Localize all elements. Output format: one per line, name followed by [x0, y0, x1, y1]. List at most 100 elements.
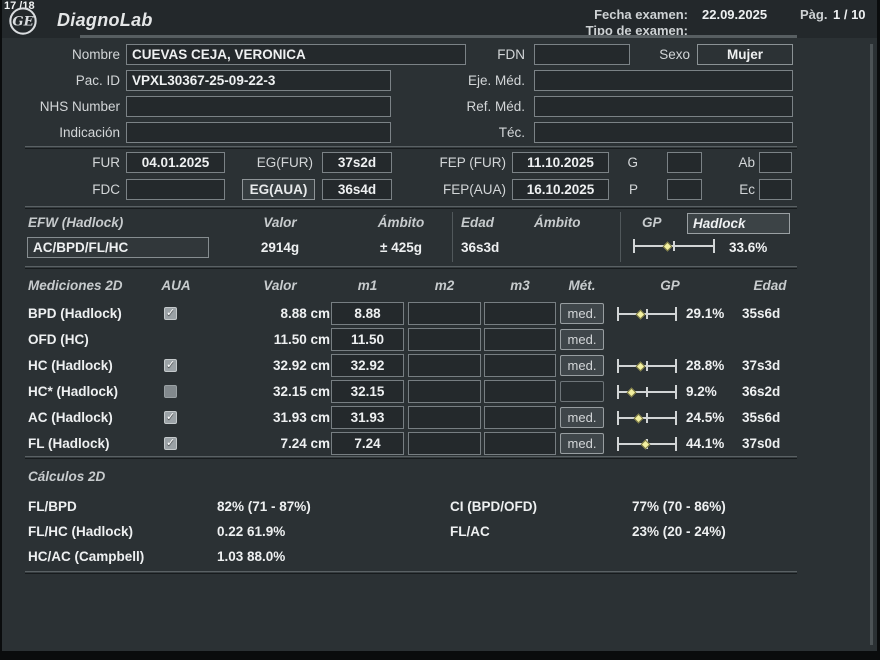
efw-formula-select[interactable]: AC/BPD/FL/HC	[27, 237, 209, 258]
measurements-section-title: Mediciones 2D	[28, 278, 123, 293]
gp-percent: 28.8%	[686, 358, 725, 373]
divider	[452, 212, 453, 262]
sexo-select[interactable]: Mujer	[697, 44, 793, 65]
screen-edge	[0, 0, 2, 660]
measurement-value: 11.50 cm	[273, 332, 330, 347]
ab-field[interactable]	[759, 152, 792, 173]
efw-col-edad: Edad	[461, 215, 495, 230]
nhs-number-label: NHS Number	[39, 99, 120, 114]
m3-field[interactable]	[484, 380, 556, 403]
divider	[620, 212, 621, 262]
m3-field[interactable]	[484, 328, 556, 351]
efw-col-ambito: Ámbito	[377, 215, 425, 230]
nombre-field[interactable]: CUEVAS CEJA, VERONICA	[126, 44, 466, 65]
tec-field[interactable]	[534, 122, 793, 143]
gp-percent: 29.1%	[686, 306, 725, 321]
fdc-field[interactable]	[126, 179, 225, 200]
pac-id-field[interactable]: VPXL30367-25-09-22-3	[126, 70, 391, 91]
fep-aua-label: FEP(AUA)	[442, 182, 506, 197]
m2-field[interactable]	[408, 380, 481, 403]
eje-med-label: Eje. Méd.	[467, 73, 525, 88]
efw-method-select[interactable]: Hadlock	[687, 213, 790, 234]
measurement-row: BPD (Hadlock) 8.88 cm 8.88 med. 29.1% 35…	[0, 301, 880, 327]
col-m2: m2	[434, 278, 455, 293]
page-label: Pàg.	[800, 7, 828, 22]
eg-fur-label: EG(FUR)	[256, 155, 313, 170]
screen-edge	[0, 651, 880, 660]
m1-field[interactable]: 11.50	[331, 328, 404, 351]
aua-checkbox[interactable]	[164, 358, 177, 372]
measurement-value: 31.93 cm	[272, 410, 330, 425]
m2-field[interactable]	[408, 406, 481, 429]
m1-field[interactable]: 8.88	[331, 302, 404, 325]
horizontal-scrollbar[interactable]	[80, 35, 797, 38]
gp-percent: 24.5%	[686, 410, 725, 425]
aua-checkbox[interactable]	[164, 385, 177, 398]
ref-med-field[interactable]	[534, 96, 793, 117]
efw-range: ± 425g	[380, 240, 422, 255]
fdn-label: FDN	[497, 47, 525, 62]
gp-percentile-chart	[617, 353, 677, 379]
indicacion-label: Indicación	[59, 125, 120, 140]
col-valor: Valor	[263, 278, 297, 293]
gp-marker	[626, 387, 636, 397]
m1-field[interactable]: 32.15	[331, 380, 404, 403]
method-button[interactable]: med.	[560, 407, 604, 428]
measurement-value: 32.92 cm	[272, 358, 330, 373]
fdn-field[interactable]	[534, 44, 630, 65]
m1-field[interactable]: 7.24	[331, 432, 404, 455]
m3-field[interactable]	[484, 406, 556, 429]
fep-fur-field[interactable]: 11.10.2025	[512, 152, 609, 173]
ab-label: Ab	[738, 155, 755, 170]
tec-label: Téc.	[498, 125, 525, 140]
m1-field[interactable]: 31.93	[331, 406, 404, 429]
efw-section-title: EFW (Hadlock)	[28, 215, 124, 230]
measurement-value: 32.15 cm	[272, 384, 330, 399]
pac-id-label: Pac. ID	[75, 73, 120, 88]
col-met: Mét.	[568, 278, 596, 293]
m3-field[interactable]	[484, 354, 556, 377]
measurement-label: HC* (Hadlock)	[28, 384, 119, 399]
eje-med-field[interactable]	[534, 70, 793, 91]
method-button[interactable]: med.	[560, 329, 604, 350]
gp-percent: 9.2%	[686, 384, 717, 399]
m3-field[interactable]	[484, 432, 556, 455]
gp-marker	[635, 361, 646, 371]
divider	[25, 456, 797, 459]
m2-field[interactable]	[408, 432, 481, 455]
efw-age: 36s3d	[461, 240, 500, 255]
measurement-value: 7.24 cm	[280, 436, 330, 451]
efw-col-ambito2: Ámbito	[534, 215, 581, 230]
calculation-value: 77% (70 - 86%)	[632, 499, 726, 514]
aua-checkbox[interactable]	[164, 306, 177, 320]
eg-fur-field[interactable]: 37s2d	[322, 152, 392, 173]
g-field[interactable]	[667, 152, 702, 173]
gestational-age: 37s0d	[742, 436, 781, 451]
method-button[interactable]: med.	[560, 303, 604, 324]
gestational-age: 35s6d	[742, 410, 781, 425]
efw-gp-percent: 33.6%	[729, 240, 768, 255]
divider	[25, 206, 797, 209]
eg-aua-button[interactable]: EG(AUA)	[242, 179, 315, 200]
ec-field[interactable]	[759, 179, 792, 200]
method-button[interactable]	[560, 381, 604, 402]
fur-label: FUR	[92, 155, 120, 170]
p-field[interactable]	[667, 179, 702, 200]
m2-field[interactable]	[408, 328, 481, 351]
gestational-age: 35s6d	[742, 306, 781, 321]
calculation-row: FL/AC 23% (20 - 24%)	[0, 522, 880, 542]
m3-field[interactable]	[484, 302, 556, 325]
measurement-row: HC (Hadlock) 32.92 cm 32.92 med. 28.8% 3…	[0, 353, 880, 379]
nhs-number-field[interactable]	[126, 96, 391, 117]
eg-aua-field[interactable]: 36s4d	[322, 179, 392, 200]
aua-checkbox[interactable]	[164, 436, 177, 450]
method-button[interactable]: med.	[560, 355, 604, 376]
aua-checkbox[interactable]	[164, 410, 177, 424]
m2-field[interactable]	[408, 354, 481, 377]
indicacion-field[interactable]	[126, 122, 391, 143]
col-gp: GP	[660, 278, 680, 293]
m1-field[interactable]: 32.92	[331, 354, 404, 377]
method-button[interactable]: med.	[560, 433, 604, 454]
m2-field[interactable]	[408, 302, 481, 325]
fep-aua-field[interactable]: 16.10.2025	[512, 179, 609, 200]
